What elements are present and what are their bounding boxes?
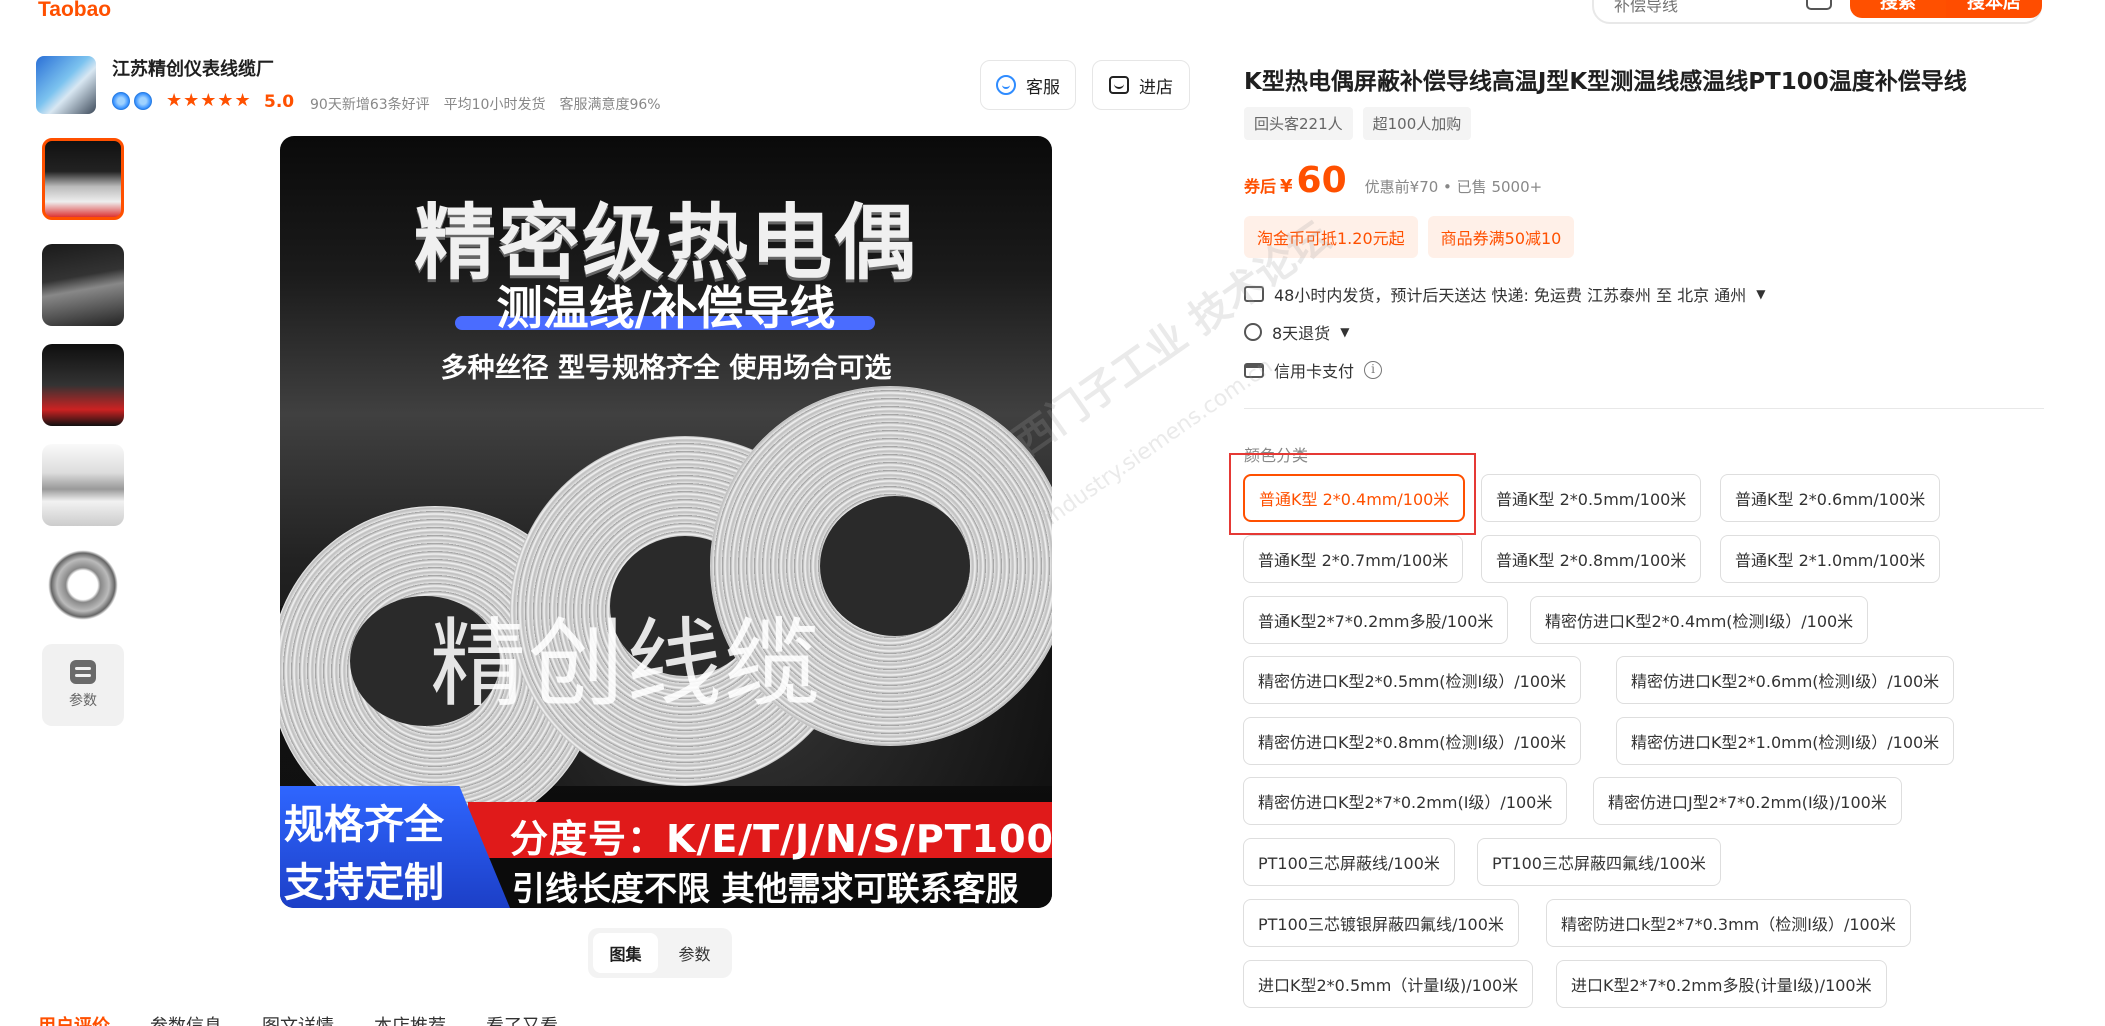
option-chip[interactable]: 普通K型 2*0.6mm/100米 — [1720, 474, 1941, 522]
product-tag: 超100人加购 — [1362, 107, 1472, 140]
banner-right-line-2: 引线长度不限 其他需求可联系客服 — [512, 869, 1019, 908]
price-value: 60 — [1296, 160, 1347, 201]
option-chip[interactable]: 精密仿进口K型2*0.6mm(检测I级）/100米 — [1616, 656, 1955, 704]
main-product-image[interactable]: 精密级热电偶 测温线/补偿导线 多种丝径 型号规格齐全 使用场合可选 精创线缆 … — [280, 136, 1052, 908]
banner-right-line-1: 分度号：K/E/T/J/N/S/PT100 — [510, 817, 1052, 861]
rating-stars: ★★★★★ — [166, 90, 252, 111]
shipping-row[interactable]: 48小时内发货，预计后天送达 快递: 免运费 江苏泰州 至 北京 通州 ▼ — [1244, 282, 1766, 306]
tab-also-viewed[interactable]: 看了又看 — [486, 1012, 558, 1026]
banner-left-line-2: 支持定制 — [284, 860, 444, 906]
coupon-badge[interactable]: 商品券满50减10 — [1427, 216, 1575, 258]
tab-details[interactable]: 图文详情 — [262, 1012, 334, 1026]
search-bar: 搜索 搜本店 — [1592, 0, 2042, 24]
thumbnail-3[interactable] — [42, 344, 124, 426]
option-chip[interactable]: 精密仿进口K型2*0.4mm(检测I级）/100米 — [1530, 596, 1869, 644]
brand-watermark: 精创线缆 — [430, 608, 822, 720]
service-icon — [996, 75, 1016, 95]
truck-icon — [1244, 286, 1264, 302]
tab-reviews[interactable]: 用户评价 — [38, 1012, 110, 1026]
badge-icon — [134, 92, 152, 110]
detail-nav: 用户评价 参数信息 图文详情 本店推荐 看了又看 — [38, 1012, 558, 1026]
hero-tagline: 多种丝径 型号规格齐全 使用场合可选 — [440, 353, 892, 384]
taobao-logo[interactable]: Taobao — [38, 0, 111, 22]
product-tag: 回头客221人 — [1244, 107, 1353, 140]
shop-avatar[interactable] — [36, 56, 96, 114]
option-chip[interactable]: PT100三芯屏蔽四氟线/100米 — [1477, 838, 1721, 886]
search-input[interactable] — [1614, 0, 1804, 18]
divider — [1244, 408, 2044, 409]
camera-icon[interactable] — [1806, 0, 1832, 10]
banner-left-line-1: 规格齐全 — [284, 802, 444, 848]
tab-gallery[interactable]: 图集 — [593, 933, 658, 973]
shop-name[interactable]: 江苏精创仪表线缆厂 — [112, 55, 274, 81]
shop-stat: 平均10小时发货 — [443, 97, 546, 113]
enter-store-button[interactable]: 进店 — [1092, 60, 1190, 110]
hero-subtitle: 测温线/补偿导线 — [496, 281, 836, 335]
option-chip[interactable]: 进口K型2*0.5mm（计量I级)/100米 — [1243, 960, 1534, 1008]
tab-specs[interactable]: 参数信息 — [150, 1012, 222, 1026]
gallery-tabs: 图集 参数 — [588, 928, 732, 978]
tab-store-recommend[interactable]: 本店推荐 — [374, 1012, 446, 1026]
payment-row: 信用卡支付 i — [1244, 358, 1383, 382]
sliders-icon — [70, 660, 96, 684]
price-meta: 优惠前¥70 • 已售 5000+ — [1364, 178, 1543, 196]
option-chip[interactable]: PT100三芯屏蔽线/100米 — [1243, 838, 1455, 886]
returns-row[interactable]: 8天退货 ▼ — [1244, 320, 1349, 344]
option-chip[interactable]: 普通K型2*7*0.2mm多股/100米 — [1243, 596, 1509, 644]
params-thumbnail-label: 参数 — [69, 693, 97, 709]
shipping-text: 48小时内发货，预计后天送达 快递: 免运费 江苏泰州 至 北京 通州 — [1274, 286, 1747, 305]
chevron-down-icon[interactable]: ▼ — [1340, 325, 1349, 339]
option-chip[interactable]: 精密仿进口K型2*1.0mm(检测I级）/100米 — [1616, 717, 1955, 765]
coupon-badge[interactable]: 淘金币可抵1.20元起 — [1244, 216, 1418, 258]
option-chip[interactable]: 精密仿进口K型2*0.8mm(检测I级）/100米 — [1243, 717, 1582, 765]
option-chip[interactable]: 精密仿进口K型2*7*0.2mm(I级）/100米 — [1243, 777, 1568, 825]
customer-service-label: 客服 — [1026, 77, 1060, 98]
credit-card-icon — [1244, 362, 1264, 378]
product-title: K型热电偶屏蔽补偿导线高温J型K型测温线感温线PT100温度补偿导线 — [1244, 69, 1967, 95]
thumbnail-5[interactable] — [42, 544, 124, 626]
shop-stats: 90天新增63条好评 平均10小时发货 客服满意度96% — [310, 94, 661, 114]
price-currency: ¥ — [1280, 176, 1293, 197]
thumbnail-2[interactable] — [42, 244, 124, 326]
customer-service-button[interactable]: 客服 — [980, 60, 1076, 110]
option-chip[interactable]: 普通K型 2*0.5mm/100米 — [1481, 474, 1702, 522]
selection-highlight-box — [1229, 453, 1476, 535]
option-chip[interactable]: 精密仿进口J型2*7*0.2mm(I级)/100米 — [1593, 777, 1902, 825]
params-thumbnail[interactable]: 参数 — [42, 644, 124, 726]
thumbnail-4[interactable] — [42, 444, 124, 526]
search-button[interactable]: 搜索 — [1850, 0, 1946, 18]
search-store-button[interactable]: 搜本店 — [1946, 0, 2042, 18]
option-chip[interactable]: 精密防进口k型2*7*0.3mm（检测I级）/100米 — [1546, 899, 1911, 947]
option-chip[interactable]: 精密仿进口K型2*0.5mm(检测I级）/100米 — [1243, 656, 1582, 704]
return-icon — [1244, 323, 1262, 341]
option-chip[interactable]: 普通K型 2*0.8mm/100米 — [1481, 535, 1702, 583]
returns-text: 8天退货 — [1272, 324, 1331, 343]
option-chip[interactable]: PT100三芯镀银屏蔽四氟线/100米 — [1243, 899, 1519, 947]
enter-store-label: 进店 — [1139, 77, 1173, 98]
shop-stat: 90天新增63条好评 — [310, 97, 430, 113]
payment-text: 信用卡支付 — [1274, 362, 1355, 381]
cable-coil-hole — [820, 496, 970, 636]
price-label: 券后 — [1244, 177, 1277, 196]
shop-badges — [112, 92, 152, 110]
shop-stat: 客服满意度96% — [559, 97, 661, 113]
badge-icon — [112, 92, 130, 110]
price-row: 券后 ¥ 60 优惠前¥70 • 已售 5000+ — [1244, 160, 1542, 201]
chevron-down-icon[interactable]: ▼ — [1756, 287, 1765, 301]
tab-params[interactable]: 参数 — [662, 933, 727, 973]
option-chip[interactable]: 普通K型 2*0.7mm/100米 — [1243, 535, 1464, 583]
product-tags: 回头客221人 超100人加购 — [1244, 107, 1472, 140]
coupon-list: 淘金币可抵1.20元起 商品券满50减10 — [1244, 216, 1575, 258]
rating-value: 5.0 — [264, 92, 295, 112]
info-icon[interactable]: i — [1364, 361, 1383, 379]
thumbnail-1[interactable] — [42, 138, 124, 220]
option-chip[interactable]: 进口K型2*7*0.2mm多股(计量I级)/100米 — [1556, 960, 1887, 1008]
store-icon — [1109, 76, 1129, 94]
option-chip[interactable]: 普通K型 2*1.0mm/100米 — [1720, 535, 1941, 583]
